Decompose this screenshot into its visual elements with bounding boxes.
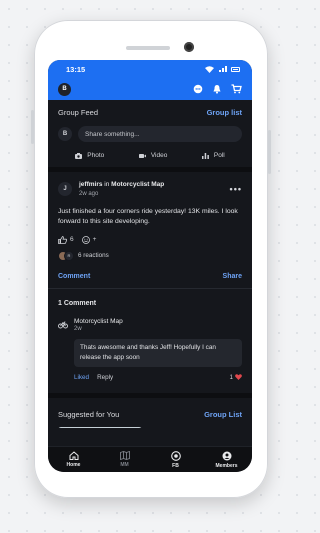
share-button[interactable]: Share [223, 273, 242, 280]
comment-reply-button[interactable]: Reply [97, 374, 113, 381]
reactions-count-text: 6 reactions [78, 252, 109, 260]
composer: B Share something... [48, 123, 252, 148]
status-time: 13:15 [66, 64, 86, 74]
signal-icon [218, 66, 227, 72]
suggested-group-card[interactable] [58, 426, 142, 428]
post-author-name[interactable]: jeffmirs [79, 181, 102, 188]
comment-like-number: 1 [229, 373, 233, 381]
comment-item: Motorcyclist Map 2w Thats awesome and th… [48, 307, 252, 381]
more-options-icon[interactable]: ••• [230, 184, 242, 194]
suggested-section: Suggested for You Group List [48, 398, 252, 428]
post-body: Just finished a four corners ride yester… [58, 207, 238, 226]
nav-fb-label: FB [172, 462, 179, 469]
comment-like-count[interactable]: 1 [229, 374, 242, 381]
motorcycle-icon [58, 321, 68, 329]
video-button[interactable]: Video [138, 152, 168, 159]
post-author-line: jeffmirs in Motorcyclist Map [79, 181, 223, 190]
comment-text: Thats awesome and thanks Jeff! Hopefully… [74, 339, 242, 367]
nav-fb[interactable]: FB [156, 450, 196, 469]
heart-icon [235, 374, 242, 381]
group-list-link[interactable]: Group list [207, 108, 242, 117]
app-screen: 13:15 B Group Feed Group list B Share so… [48, 60, 252, 472]
cart-icon[interactable] [231, 84, 242, 94]
video-icon [138, 153, 146, 158]
nav-mm[interactable]: MM [105, 451, 145, 468]
app-bar: B [48, 78, 252, 100]
home-icon [69, 451, 78, 460]
post-group-name[interactable]: Motorcyclist Map [111, 181, 164, 188]
bell-icon[interactable] [212, 84, 222, 94]
poll-button[interactable]: Poll [201, 152, 225, 159]
like-count: 6 [70, 236, 74, 244]
photo-label: Photo [87, 152, 105, 159]
wifi-icon [205, 65, 214, 73]
video-label: Video [150, 152, 168, 159]
like-button[interactable]: 6 [58, 236, 74, 244]
profile-avatar[interactable]: B [58, 82, 71, 96]
nav-home-label: Home [66, 462, 81, 468]
suggested-group-list-link[interactable]: Group List [204, 410, 242, 419]
reactions-summary[interactable]: R 6 reactions [48, 244, 252, 261]
bottom-nav: Home MM FB Members [48, 446, 252, 472]
user-avatar: B [58, 127, 72, 141]
suggested-title: Suggested for You [58, 409, 120, 419]
nav-mm-label: MM [120, 462, 129, 468]
post-meta: jeffmirs in Motorcyclist Map 2w ago [79, 181, 223, 198]
map-icon [119, 451, 130, 460]
nav-members[interactable]: Members [207, 451, 247, 469]
media-options: Photo Video Poll [48, 148, 252, 167]
front-camera [184, 42, 194, 52]
smiley-icon [81, 236, 90, 244]
post-in-word: in [104, 181, 110, 188]
thumbs-up-icon [58, 236, 67, 244]
comment-author[interactable]: Motorcyclist Map [74, 317, 242, 326]
comment-actions: Liked Reply 1 [74, 367, 242, 381]
comment-liked-button[interactable]: Liked [74, 374, 89, 381]
group-feed-header: Group Feed Group list [48, 100, 252, 123]
group-feed-title: Group Feed [58, 108, 99, 117]
poll-label: Poll [213, 152, 225, 159]
feed-post: J jeffmirs in Motorcyclist Map 2w ago ••… [48, 172, 252, 381]
add-reaction-plus: + [92, 236, 97, 244]
power-button [268, 130, 271, 174]
volume-button [31, 110, 34, 144]
earpiece-speaker [126, 46, 170, 50]
status-bar: 13:15 [48, 60, 252, 78]
nav-home[interactable]: Home [54, 451, 94, 468]
camera-icon [75, 152, 83, 159]
suggested-header: Suggested for You Group List [58, 410, 242, 419]
poll-icon [201, 152, 209, 159]
members-icon [222, 451, 231, 460]
post-author-avatar[interactable]: J [58, 182, 72, 197]
post-time: 2w ago [79, 190, 99, 197]
feed-content[interactable]: Group Feed Group list B Share something.… [48, 100, 252, 428]
battery-icon [231, 66, 240, 72]
add-reaction-button[interactable]: + [81, 236, 97, 244]
post-header: J jeffmirs in Motorcyclist Map 2w ago ••… [48, 172, 252, 198]
comments-title: 1 Comment [58, 299, 97, 307]
comment-button[interactable]: Comment [58, 273, 90, 280]
chat-icon[interactable] [193, 84, 203, 94]
comment-time: 2w [74, 326, 82, 333]
reactor-avatar: R [64, 250, 74, 261]
share-input[interactable]: Share something... [78, 126, 242, 142]
nav-members-label: Members [215, 462, 238, 469]
post-reaction-bar: 6 + [48, 228, 252, 244]
comment-share-row: Comment Share [48, 261, 252, 289]
photo-button[interactable]: Photo [75, 152, 104, 159]
target-icon [170, 450, 181, 461]
